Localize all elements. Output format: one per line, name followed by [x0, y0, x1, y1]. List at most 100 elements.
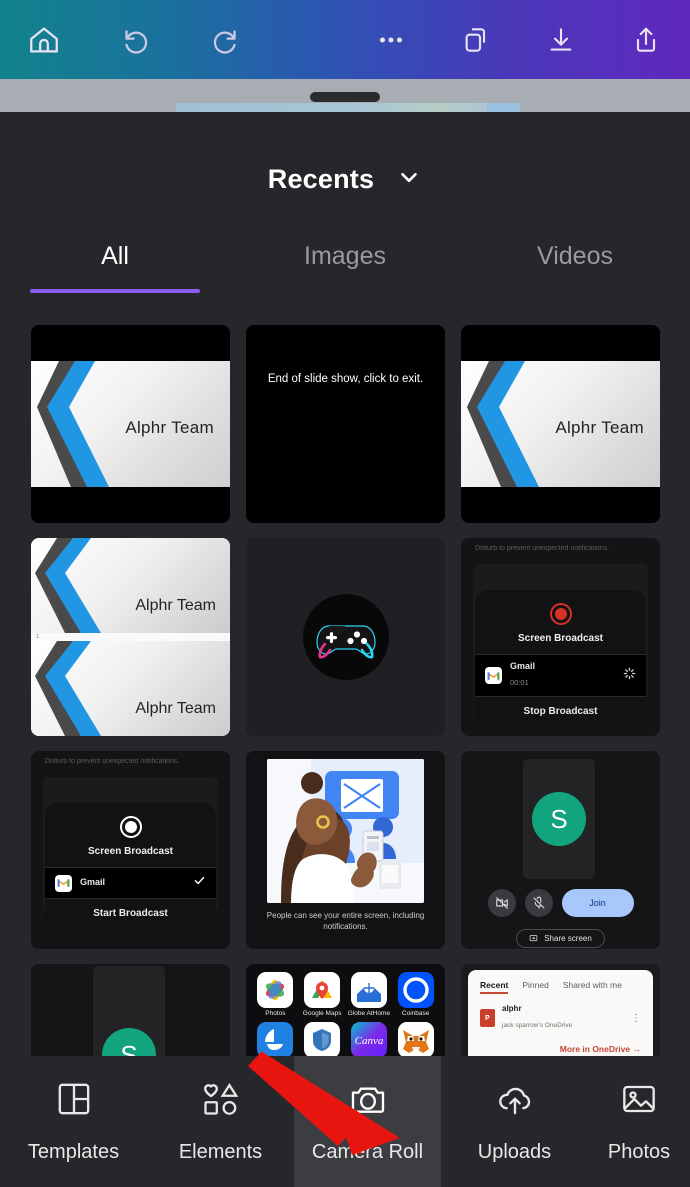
broadcast-action-label: Start Broadcast	[93, 908, 168, 919]
trust-wallet-app-icon	[304, 1022, 341, 1058]
photos-app-icon	[257, 972, 294, 1008]
onedrive-card: Recent Pinned Shared with me P alphr jac…	[468, 970, 653, 1064]
onedrive-file-name: alphr	[502, 1004, 522, 1013]
chevron-down-icon	[396, 164, 422, 195]
slide-title: Alphr Team	[555, 417, 644, 437]
broadcast-top-text: Disturb to prevent unexpected notificati…	[475, 545, 610, 552]
home-screen-preview: Photos Google Maps Globe AtHome Coinbase…	[246, 964, 445, 1064]
share-screen-button: Share screen	[516, 929, 605, 948]
app-label: Google Maps	[302, 1010, 342, 1017]
broadcast-top-text: Disturb to prevent unexpected notificati…	[45, 758, 180, 765]
source-selector[interactable]: Recents	[0, 164, 690, 195]
powerpoint-file-icon: P	[480, 1009, 495, 1028]
sheet-drag-handle[interactable]	[310, 92, 380, 102]
more-options-icon: ⋮	[631, 1012, 641, 1024]
slide-preview: Alphr Team	[31, 325, 230, 523]
slide-number: 1	[36, 634, 40, 640]
media-thumbnail[interactable]: S Join Share screen	[461, 751, 660, 949]
media-thumbnail[interactable]: People can see your entire screen, inclu…	[246, 751, 445, 949]
nav-item-camera-roll[interactable]: Camera Roll	[294, 1056, 441, 1187]
undo-icon[interactable]	[108, 13, 162, 67]
app-icon-item: Photos	[254, 972, 297, 1017]
toolbar-left-group	[17, 13, 253, 67]
mic-off-icon	[524, 889, 553, 917]
media-thumbnail[interactable]: End of slide show, click to exit.	[246, 325, 445, 523]
record-idle-icon	[45, 803, 216, 839]
meet-join-preview-partial: S	[31, 964, 230, 1064]
illustration-image	[267, 759, 424, 903]
nav-label: Camera Roll	[311, 1141, 424, 1163]
onedrive-tabs: Recent Pinned Shared with me	[480, 980, 641, 994]
nav-label: Elements	[178, 1141, 263, 1163]
join-button: Join	[561, 889, 634, 917]
tab-videos[interactable]: Videos	[460, 242, 690, 293]
loading-spinner-icon	[623, 667, 636, 685]
duplicate-pages-icon[interactable]	[449, 13, 503, 67]
broadcast-heading: Screen Broadcast	[517, 633, 604, 644]
media-thumbnail[interactable]: Disturb to prevent unexpected notificati…	[461, 538, 660, 736]
nav-item-uploads[interactable]: Uploads	[441, 1056, 588, 1187]
nav-item-templates[interactable]: Templates	[0, 1056, 147, 1187]
media-picker-sheet: Recents All Images Videos Alphr Team End…	[0, 112, 690, 1187]
meet-self-tile: S	[93, 966, 165, 1064]
app-icon-item: Coinbase	[394, 972, 437, 1017]
meet-self-tile: S	[523, 759, 595, 879]
share-screen-icon	[529, 935, 538, 942]
nav-label: Templates	[27, 1141, 120, 1163]
more-options-icon[interactable]	[364, 13, 418, 67]
media-thumbnail[interactable]: Photos Google Maps Globe AtHome Coinbase…	[246, 964, 445, 1064]
onedrive-tab-recent: Recent	[480, 980, 509, 994]
camera-icon	[347, 1079, 389, 1124]
redo-icon[interactable]	[199, 13, 253, 67]
media-thumbnail[interactable]: Alphr Team 1 Alphr Team	[31, 538, 230, 736]
media-thumbnail[interactable]: Alphr Team	[31, 325, 230, 523]
nav-item-elements[interactable]: Elements	[147, 1056, 294, 1187]
media-thumbnail[interactable]	[246, 538, 445, 736]
end-slideshow-text: End of slide show, click to exit.	[267, 373, 424, 385]
broadcast-app-name: Gmail	[510, 661, 536, 671]
slide-title: Alphr Team	[135, 700, 216, 717]
broadcast-app-name: Gmail	[80, 877, 106, 888]
onedrive-more-link: More in OneDrive →	[559, 1044, 641, 1055]
gmail-icon	[55, 874, 72, 892]
broadcast-app-row: Gmail 00:01	[475, 654, 646, 698]
screen-broadcast-preview: Disturb to prevent unexpected notificati…	[461, 538, 660, 736]
broadcast-dialog: Screen Broadcast	[45, 803, 216, 930]
broadcast-timer: 00:01	[510, 678, 529, 688]
metamask-app-icon	[397, 1022, 434, 1058]
tab-images-label: Images	[304, 242, 386, 270]
app-icon-item: Google Maps	[301, 972, 344, 1017]
editor-bottom-nav: Templates Elements Camera Roll Uploads P…	[0, 1056, 690, 1187]
app-label: Photos	[265, 1010, 286, 1017]
share-screen-label: Share screen	[544, 934, 592, 943]
media-thumbnail[interactable]: S	[31, 964, 230, 1064]
share-icon[interactable]	[619, 13, 673, 67]
record-icon	[475, 590, 646, 626]
photos-icon	[618, 1079, 660, 1124]
slide-chevron-graphic	[35, 538, 101, 633]
nav-item-photos[interactable]: Photos	[588, 1056, 690, 1187]
tab-all[interactable]: All	[0, 242, 230, 293]
home-icon[interactable]	[17, 13, 71, 67]
double-slide-top: Alphr Team	[31, 538, 230, 633]
screen-broadcast-preview: Disturb to prevent unexpected notificati…	[31, 751, 230, 949]
download-icon[interactable]	[534, 13, 588, 67]
media-grid: Alphr Team End of slide show, click to e…	[31, 325, 671, 1064]
meet-share-row: Share screen	[461, 929, 660, 948]
globe-athome-app-icon	[350, 972, 387, 1008]
media-thumbnail[interactable]: Recent Pinned Shared with me P alphr jac…	[461, 964, 660, 1064]
slide-separator	[31, 633, 230, 641]
camera-off-icon	[487, 889, 516, 917]
slide-chevron-graphic	[35, 641, 101, 736]
slide-title: Alphr Team	[135, 597, 216, 614]
tab-images[interactable]: Images	[230, 242, 460, 293]
source-selector-label: Recents	[267, 164, 375, 194]
opensea-app-icon	[257, 1022, 294, 1058]
tab-videos-label: Videos	[537, 242, 613, 270]
svg-text:Canva: Canva	[355, 1035, 384, 1047]
media-thumbnail[interactable]: Alphr Team	[461, 325, 660, 523]
onedrive-file-owner: jack sparrow's OneDrive	[502, 1022, 573, 1030]
media-thumbnail[interactable]: Disturb to prevent unexpected notificati…	[31, 751, 230, 949]
slide-title: Alphr Team	[125, 417, 214, 437]
onedrive-more-label: More in OneDrive	[559, 1044, 631, 1055]
